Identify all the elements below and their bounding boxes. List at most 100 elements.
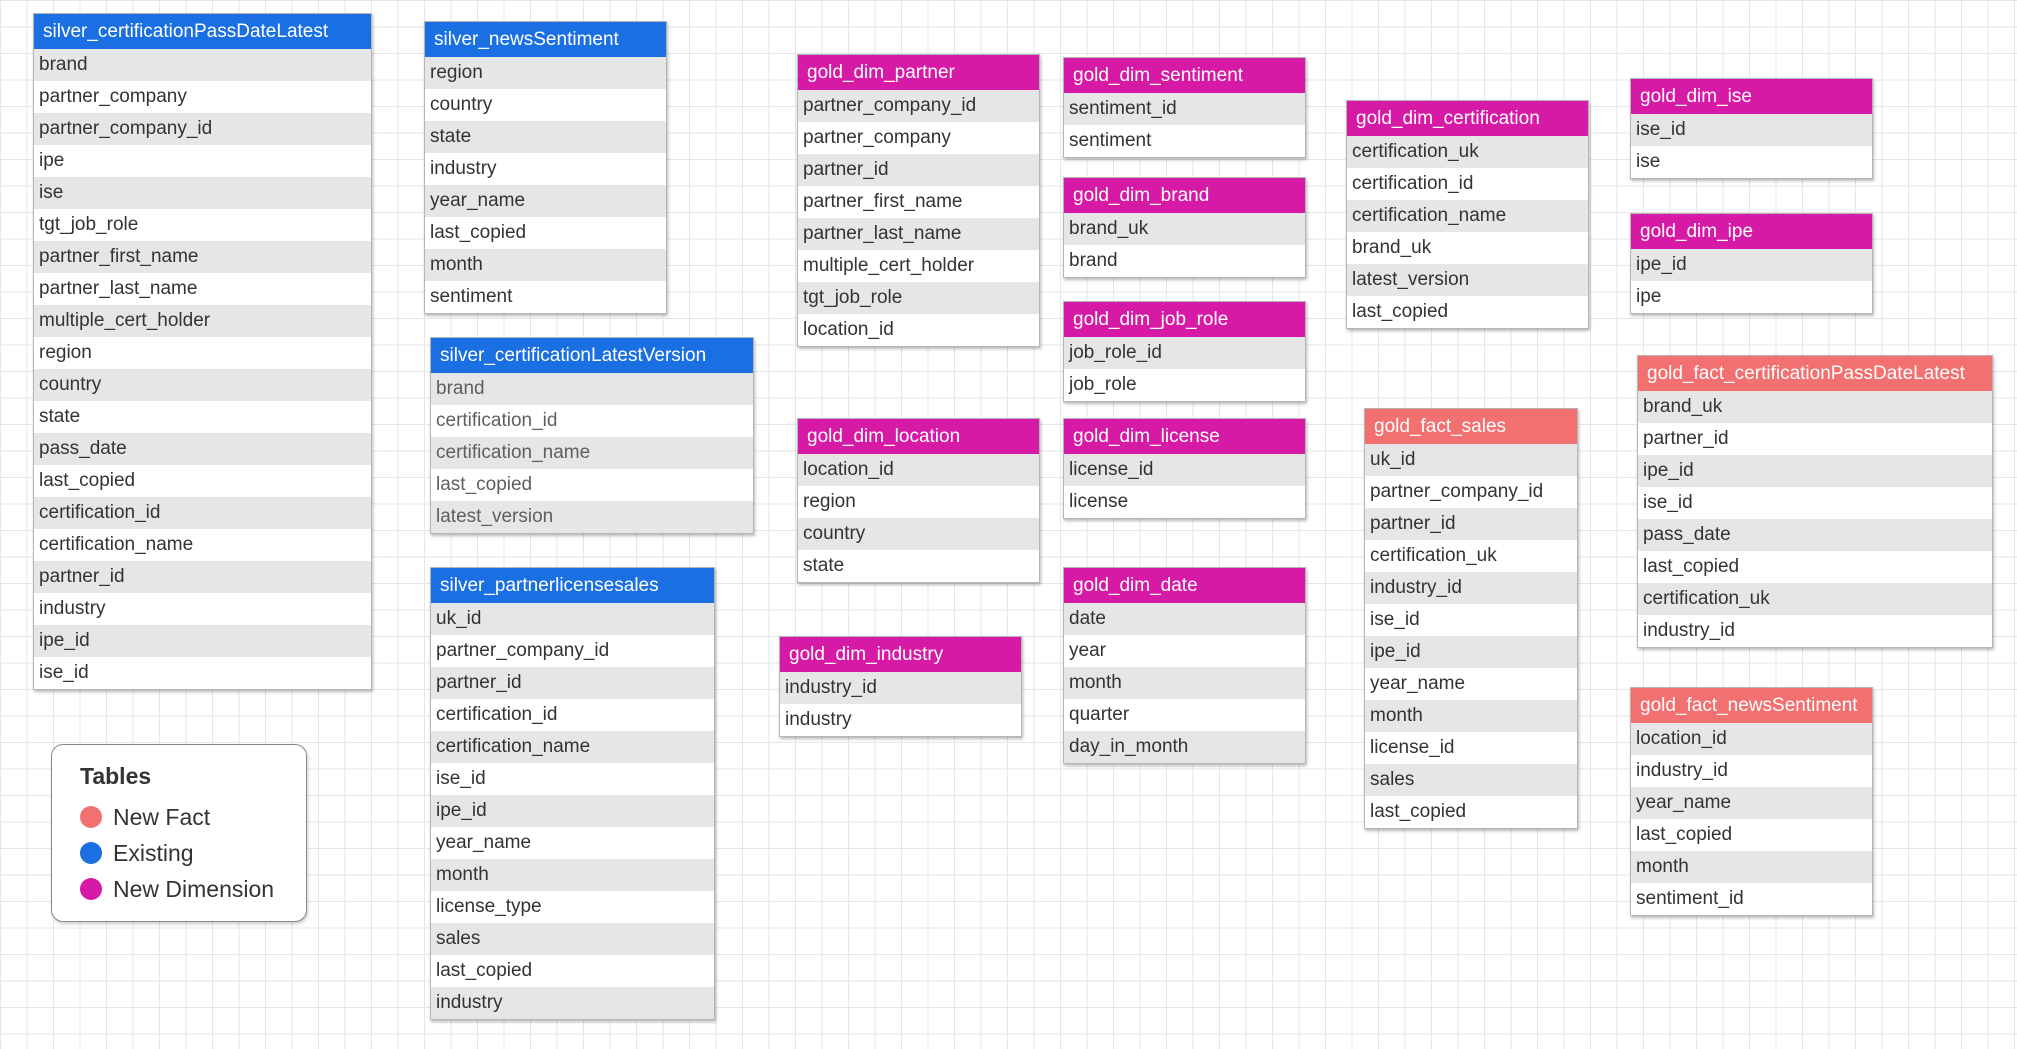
table-header: gold_dim_sentiment (1064, 58, 1305, 93)
table-fields: location_id industry_id year_name last_copi… (1631, 723, 1872, 915)
table-field: last_copied (1347, 296, 1588, 328)
table-header: gold_dim_job_role (1064, 302, 1305, 337)
table-gold-dim-sentiment[interactable]: gold_dim_sentiment sentiment_id sentiment (1063, 57, 1306, 158)
table-field: quarter (1064, 699, 1305, 731)
table-gold-dim-license[interactable]: gold_dim_license license_id license (1063, 418, 1306, 519)
legend-item-new-fact: New Fact (80, 799, 306, 835)
legend-item-new-dimension: New Dimension (80, 871, 306, 907)
table-silver-partnerlicensesales[interactable]: silver_partnerlicensesales uk_id partner_c… (430, 567, 715, 1020)
table-fields: ipe_id ipe (1631, 249, 1872, 313)
table-field: partner_company (34, 81, 371, 113)
table-field: partner_company_id (34, 113, 371, 145)
table-gold-fact-certificationpassdatelatest[interactable]: gold_fact_certificationPassDateLatest bra… (1637, 355, 1993, 648)
table-gold-dim-brand[interactable]: gold_dim_brand brand_uk brand (1063, 177, 1306, 278)
table-field: brand (431, 373, 753, 405)
table-header: silver_partnerlicensesales (431, 568, 714, 603)
table-field: industry (425, 153, 666, 185)
table-header: silver_certificationLatestVersion (431, 338, 753, 373)
legend-title: Tables (80, 763, 152, 789)
legend-label: Existing (113, 839, 194, 866)
table-silver-newssentiment[interactable]: silver_newsSentiment region country state in… (424, 21, 667, 314)
legend-box: Tables New Fact Existing New Dimension (51, 744, 307, 922)
table-field: sales (431, 923, 714, 955)
table-field: brand (34, 49, 371, 81)
table-field: year_name (1631, 787, 1872, 819)
table-field: pass_date (1638, 519, 1992, 551)
table-fields: uk_id partner_company_id partner_id certifi… (431, 603, 714, 1019)
table-field: certification_id (431, 699, 714, 731)
table-field: last_copied (1631, 819, 1872, 851)
table-field: ipe (34, 145, 371, 177)
table-field: ise_id (34, 657, 371, 689)
table-field: location_id (1631, 723, 1872, 755)
table-field: ipe_id (431, 795, 714, 827)
table-gold-dim-partner[interactable]: gold_dim_partner partner_company_id partne… (797, 54, 1040, 347)
table-field: brand (1064, 245, 1305, 277)
table-field: latest_version (1347, 264, 1588, 296)
table-fields: date year month quarter day_in_month (1064, 603, 1305, 763)
table-field: country (798, 518, 1039, 550)
table-fields: location_id region country state (798, 454, 1039, 582)
table-field: ipe (1631, 281, 1872, 313)
table-header: silver_newsSentiment (425, 22, 666, 57)
table-gold-dim-certification[interactable]: gold_dim_certification certification_uk ce… (1346, 100, 1589, 329)
table-silver-certificationlatestversion[interactable]: silver_certificationLatestVersion brand ce… (430, 337, 754, 534)
table-gold-dim-ipe[interactable]: gold_dim_ipe ipe_id ipe (1630, 213, 1873, 314)
table-field: partner_id (431, 667, 714, 699)
table-field: brand_uk (1638, 391, 1992, 423)
legend-label: New Fact (113, 803, 211, 830)
table-field: country (425, 89, 666, 121)
table-field: partner_last_name (34, 273, 371, 305)
table-field: certification_name (1347, 200, 1588, 232)
table-field: ipe_id (1365, 636, 1577, 668)
legend-dot-existing-icon (80, 842, 102, 864)
table-header: gold_fact_certificationPassDateLatest (1638, 356, 1992, 391)
table-gold-dim-date[interactable]: gold_dim_date date year month quarter day_in_… (1063, 567, 1306, 764)
table-field: partner_id (34, 561, 371, 593)
table-gold-fact-sales[interactable]: gold_fact_sales uk_id partner_company_id pa… (1364, 408, 1578, 829)
table-fields: region country state industry year_name last_… (425, 57, 666, 313)
table-field: pass_date (34, 433, 371, 465)
table-fields: license_id license (1064, 454, 1305, 518)
table-field: sentiment (425, 281, 666, 313)
table-field: day_in_month (1064, 731, 1305, 763)
table-field: year_name (431, 827, 714, 859)
table-field: region (425, 57, 666, 89)
table-gold-dim-industry[interactable]: gold_dim_industry industry_id industry (779, 636, 1022, 737)
table-field: location_id (798, 454, 1039, 486)
table-gold-dim-job-role[interactable]: gold_dim_job_role job_role_id job_role (1063, 301, 1306, 402)
table-field: month (1631, 851, 1872, 883)
table-field: uk_id (431, 603, 714, 635)
table-header: gold_dim_ipe (1631, 214, 1872, 249)
table-field: state (798, 550, 1039, 582)
legend-item-existing: Existing (80, 835, 306, 871)
table-field: certification_name (34, 529, 371, 561)
table-field: partner_id (1365, 508, 1577, 540)
table-field: multiple_cert_holder (798, 250, 1039, 282)
table-gold-fact-newssentiment[interactable]: gold_fact_newsSentiment location_id indust… (1630, 687, 1873, 916)
table-gold-dim-ise[interactable]: gold_dim_ise ise_id ise (1630, 78, 1873, 179)
table-field: license_id (1365, 732, 1577, 764)
table-gold-dim-location[interactable]: gold_dim_location location_id region countr… (797, 418, 1040, 583)
table-header: gold_dim_license (1064, 419, 1305, 454)
table-header: silver_certificationPassDateLatest (34, 14, 371, 49)
table-field: state (425, 121, 666, 153)
table-field: partner_company_id (798, 90, 1039, 122)
table-fields: uk_id partner_company_id partner_id certifi… (1365, 444, 1577, 828)
table-silver-certificationpassdatelatest[interactable]: silver_certificationPassDateLatest brand p… (33, 13, 372, 690)
table-fields: partner_company_id partner_company partner… (798, 90, 1039, 346)
table-field: industry_id (1638, 615, 1992, 647)
table-field: ise_id (431, 763, 714, 795)
table-header: gold_dim_certification (1347, 101, 1588, 136)
table-fields: industry_id industry (780, 672, 1021, 736)
table-field: industry_id (1365, 572, 1577, 604)
table-field: month (1064, 667, 1305, 699)
table-field: partner_company_id (431, 635, 714, 667)
table-field: ise (34, 177, 371, 209)
table-field: job_role (1064, 369, 1305, 401)
table-field: sales (1365, 764, 1577, 796)
table-field: month (1365, 700, 1577, 732)
table-field: ipe_id (1631, 249, 1872, 281)
table-fields: brand_uk brand (1064, 213, 1305, 277)
table-fields: brand_uk partner_id ipe_id ise_id pass_date l… (1638, 391, 1992, 647)
